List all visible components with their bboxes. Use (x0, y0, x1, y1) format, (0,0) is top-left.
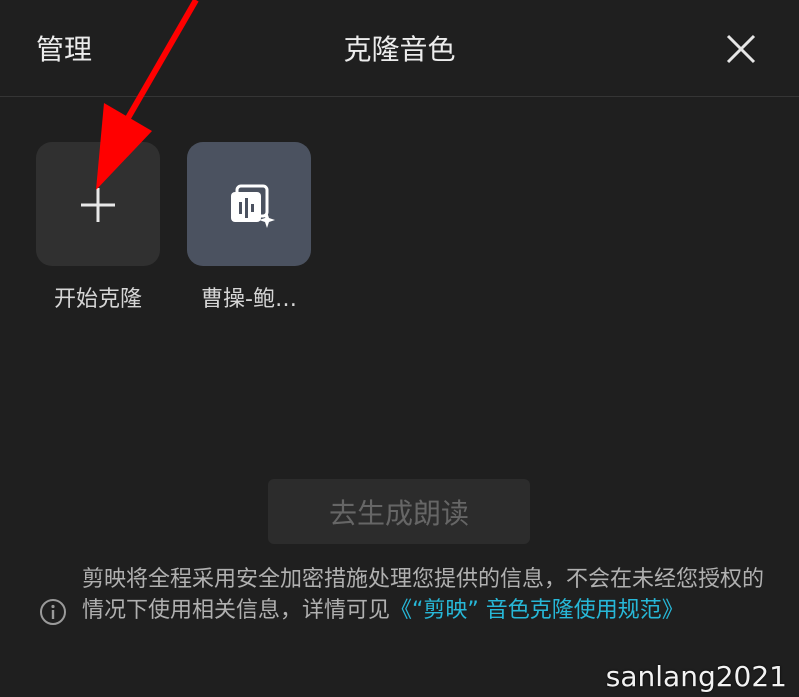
top-bar: 管理 克隆音色 (0, 0, 799, 97)
clone-policy-link[interactable]: 《“剪映” 音色克隆使用规范》 (390, 598, 684, 623)
privacy-notice: 剪映将全程采用安全加密措施处理您提供的信息，不会在未经您授权的情况下使用相关信息… (82, 564, 772, 626)
start-clone-label: 开始克隆 (53, 287, 142, 312)
page-title: 克隆音色 (343, 33, 456, 66)
generate-reading-button[interactable]: 去生成朗读 (268, 479, 530, 544)
voice-clone-icon (231, 184, 275, 228)
close-icon[interactable] (716, 24, 766, 74)
voice-item-label: 曹操-鲍… (201, 287, 297, 312)
voice-item-caocao[interactable] (187, 142, 311, 266)
plus-icon (81, 188, 115, 222)
watermark: sanlang2021 (605, 660, 787, 693)
info-icon (40, 599, 66, 625)
start-clone-button[interactable] (36, 142, 160, 266)
